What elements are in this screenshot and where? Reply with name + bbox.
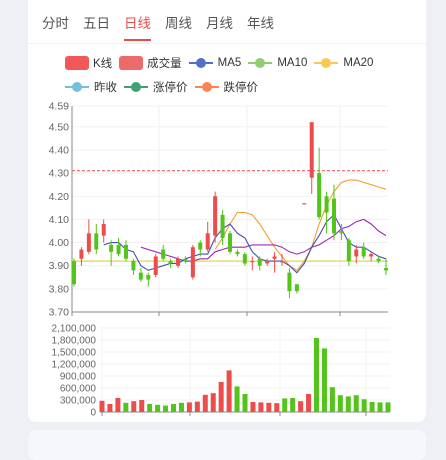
ma10-swatch bbox=[248, 57, 273, 69]
legend-label-volume: 成交量 bbox=[147, 58, 182, 70]
kline-swatch bbox=[65, 56, 89, 70]
legend-item-ma20[interactable]: MA20 bbox=[314, 57, 373, 69]
tab-yearly[interactable]: 年线 bbox=[247, 15, 274, 41]
legend-label-ma5: MA5 bbox=[217, 57, 242, 69]
legend-label-limit-down: 跌停价 bbox=[223, 82, 259, 94]
legend-item-kline[interactable]: K线 bbox=[65, 55, 112, 71]
legend-label-kline: K线 bbox=[93, 58, 113, 70]
legend-item-limit-down[interactable]: 跌停价 bbox=[194, 79, 259, 95]
legend-item-volume[interactable]: 成交量 bbox=[119, 55, 182, 71]
legend-item-ma10[interactable]: MA10 bbox=[248, 57, 307, 69]
tab-daily[interactable]: 日线 bbox=[124, 15, 151, 41]
prev-close-swatch bbox=[65, 81, 89, 93]
chart-card: 分时 五日 日线 周线 月线 年线 K线 成交量 MA5 MA10 MA20 昨… bbox=[28, 0, 426, 422]
legend-item-prev-close[interactable]: 昨收 bbox=[65, 79, 117, 95]
tab-intraday[interactable]: 分时 bbox=[42, 15, 69, 41]
ma20-swatch bbox=[314, 57, 339, 69]
footer-panel bbox=[28, 430, 426, 460]
volume-swatch bbox=[119, 56, 144, 70]
legend-label-ma20: MA20 bbox=[343, 57, 374, 69]
legend-label-ma10: MA10 bbox=[277, 57, 308, 69]
legend-label-limit-up: 涨停价 bbox=[153, 82, 188, 94]
tab-monthly[interactable]: 月线 bbox=[206, 15, 233, 41]
tab-weekly[interactable]: 周线 bbox=[165, 15, 192, 41]
tab-divider bbox=[28, 43, 426, 44]
ma5-swatch bbox=[188, 57, 213, 69]
legend-label-prev-close: 昨收 bbox=[94, 82, 117, 94]
period-tabs: 分时 五日 日线 周线 月线 年线 bbox=[42, 15, 288, 41]
tab-five-day[interactable]: 五日 bbox=[83, 15, 110, 41]
limit-up-swatch bbox=[124, 81, 148, 93]
limit-down-swatch bbox=[194, 81, 219, 93]
legend-item-limit-up[interactable]: 涨停价 bbox=[124, 79, 188, 95]
legend-item-ma5[interactable]: MA5 bbox=[188, 57, 242, 69]
